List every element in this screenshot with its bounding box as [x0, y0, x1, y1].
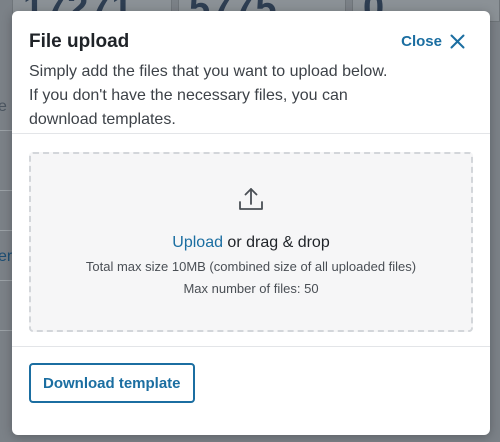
upload-icon — [238, 186, 264, 217]
modal-body: Upload or drag & drop Total max size 10M… — [12, 134, 490, 347]
modal-header: File upload Close Simply add the files t… — [12, 11, 490, 134]
max-files-info: Max number of files: 50 — [183, 281, 319, 296]
download-template-button[interactable]: Download template — [29, 363, 195, 403]
description-line: download templates. — [29, 111, 176, 128]
file-dropzone[interactable]: Upload or drag & drop Total max size 10M… — [29, 152, 473, 332]
file-upload-modal: File upload Close Simply add the files t… — [12, 11, 490, 435]
max-size-info: Total max size 10MB (combined size of al… — [85, 259, 417, 274]
upload-link[interactable]: Upload — [172, 234, 223, 251]
close-button[interactable]: Close — [401, 33, 465, 50]
close-label: Close — [401, 33, 442, 50]
description-line: Simply add the files that you want to up… — [29, 63, 388, 80]
background-link-fragment: er — [0, 248, 13, 265]
drag-drop-text: or drag & drop — [222, 234, 330, 251]
background-text-fragment: e — [0, 98, 7, 115]
close-icon — [450, 34, 465, 49]
modal-description: Simply add the files that you want to up… — [29, 60, 473, 132]
upload-instructions: Upload or drag & drop — [31, 234, 471, 252]
description-line: If you don't have the necessary files, y… — [29, 87, 348, 104]
modal-footer: Download template — [12, 347, 490, 419]
